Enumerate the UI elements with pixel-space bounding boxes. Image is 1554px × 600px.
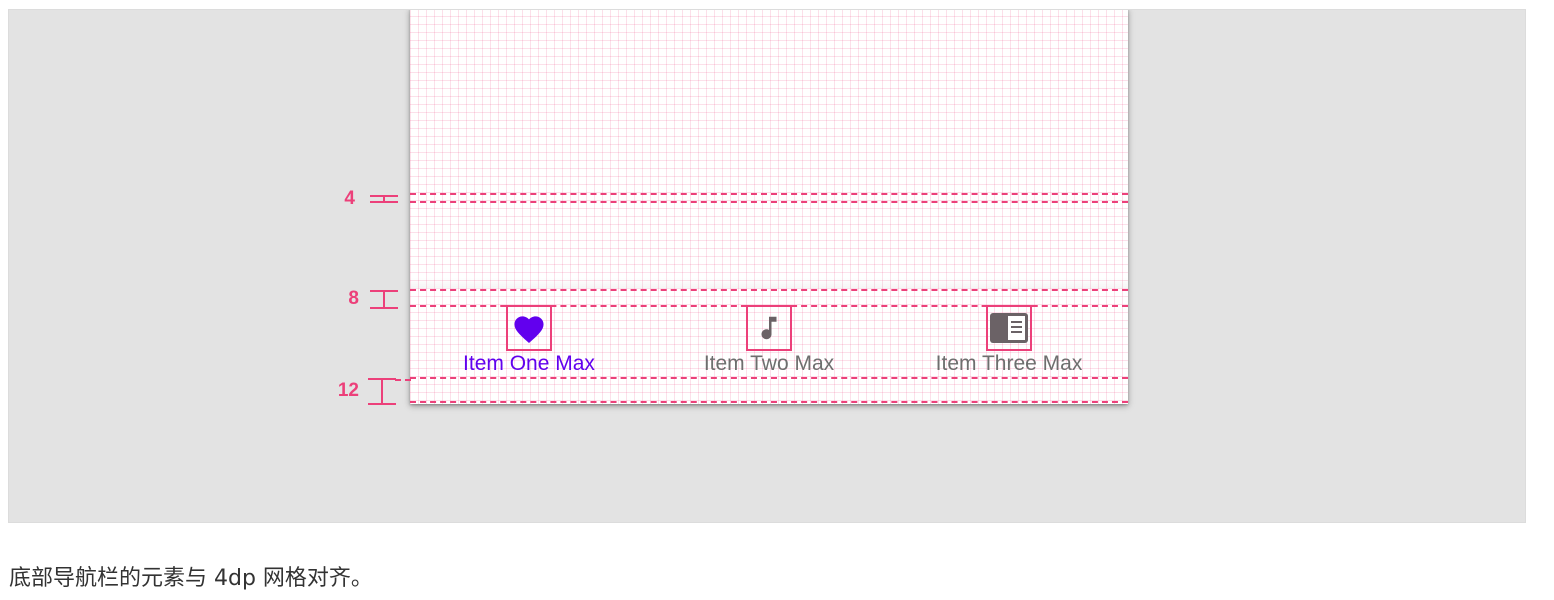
spacing-bracket-12 bbox=[367, 377, 397, 407]
grid-line-4-top bbox=[410, 193, 1128, 195]
spacing-label-12: 12 bbox=[337, 380, 359, 401]
article-icon bbox=[990, 313, 1028, 343]
music-note-icon bbox=[761, 316, 777, 340]
spacing-bracket-4 bbox=[369, 194, 399, 206]
spacing-label-4: 4 bbox=[344, 188, 355, 209]
nav-item-three-label: Item Three Max bbox=[935, 352, 1083, 375]
heart-icon bbox=[514, 316, 544, 344]
nav-item-one-label: Item One Max bbox=[463, 352, 595, 375]
nav-item-two-label: Item Two Max bbox=[703, 352, 835, 375]
grid-line-4-bottom bbox=[410, 201, 1128, 203]
device-frame: Item One Max Item Two Max Item Three Max bbox=[410, 10, 1128, 404]
grid-line-12-top bbox=[410, 377, 1128, 379]
nav-item-three[interactable]: Item Three Max bbox=[909, 305, 1109, 377]
nav-item-two[interactable]: Item Two Max bbox=[669, 305, 869, 377]
grid-line-8-top bbox=[410, 289, 1128, 291]
figure-panel: 4 8 12 Item One Max Item Two Max Item Th… bbox=[8, 9, 1526, 523]
figure-caption: 底部导航栏的元素与 4dp 网格对齐。 bbox=[9, 566, 373, 591]
grid-line-12-bottom bbox=[410, 401, 1128, 403]
grid-line-12-top-extension bbox=[395, 379, 411, 381]
nav-bar-top-shadow bbox=[410, 278, 1128, 288]
icon-bounding-box bbox=[506, 305, 552, 351]
spacing-bracket-8 bbox=[369, 289, 399, 311]
icon-bounding-box bbox=[746, 305, 792, 351]
spacing-label-8: 8 bbox=[348, 288, 359, 309]
icon-bounding-box bbox=[986, 305, 1032, 351]
nav-item-one[interactable]: Item One Max bbox=[429, 305, 629, 377]
